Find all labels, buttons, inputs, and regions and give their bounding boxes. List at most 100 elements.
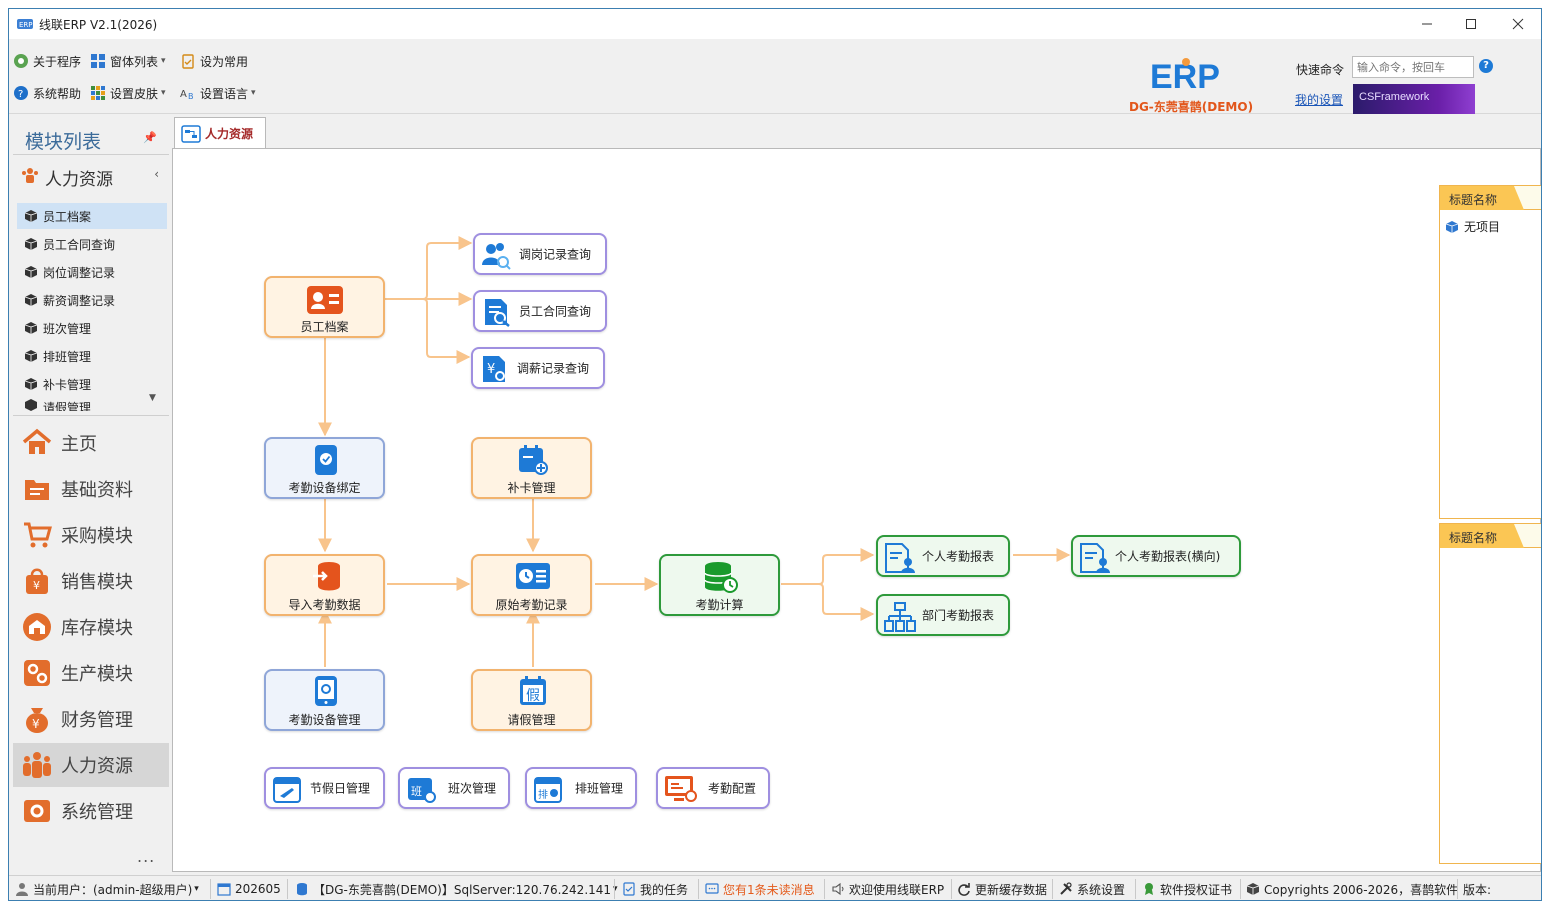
node-label: 排班管理 (575, 781, 624, 796)
set-common-button[interactable]: 设为常用 (180, 51, 248, 71)
pin-icon[interactable]: 📌 (143, 131, 157, 144)
calendar-gear-icon: 班 (408, 778, 436, 803)
list-item[interactable]: 无项目 (1446, 218, 1500, 235)
node-salary-query[interactable]: ¥ 调薪记录查询 (471, 347, 605, 389)
status-separator (1240, 879, 1241, 899)
refresh-cache-button[interactable]: 更新缓存数据 (957, 880, 1047, 898)
node-transfer-query[interactable]: 调岗记录查询 (473, 233, 607, 275)
sidebar-item-schedule-mgmt[interactable]: 排班管理 (17, 343, 167, 369)
database-info[interactable]: 【DG-东莞喜鹊(DEMO)】SqlServer:120.76.242.141 ▾ (295, 880, 618, 898)
svg-text:ERP: ERP (19, 21, 33, 29)
window-list-button[interactable]: 窗体列表 ▾ (90, 51, 166, 71)
node-device-bind[interactable]: 考勤设备绑定 (264, 437, 385, 499)
node-label: 请假管理 (507, 713, 556, 727)
cube-icon (25, 266, 37, 278)
sidebar-item-shift-mgmt[interactable]: 班次管理 (17, 315, 167, 341)
module-label: 销售模块 (61, 572, 133, 593)
sidebar-item-position-adjust[interactable]: 岗位调整记录 (17, 259, 167, 285)
maximize-button[interactable] (1451, 13, 1491, 35)
system-settings-button[interactable]: 系统设置 (1059, 880, 1125, 898)
about-button[interactable]: 关于程序 (13, 51, 81, 71)
node-dept-report[interactable]: 部门考勤报表 (876, 594, 1010, 636)
node-employee-file[interactable]: 员工档案 (264, 276, 385, 338)
module-sidebar: 模块列表 📌 人力资源 ‹ 员工档案 员工合同查询 岗位调整记录 薪资调整记录 … (13, 117, 169, 872)
module-hr[interactable]: 人力资源 (13, 743, 169, 787)
quick-command-input[interactable] (1352, 56, 1474, 78)
module-home[interactable]: 主页 (13, 421, 169, 465)
csframework-banner[interactable]: CSFramework (1353, 84, 1475, 114)
minimize-button[interactable] (1407, 13, 1447, 35)
node-personal-report-horizontal[interactable]: 个人考勤报表(横向) (1071, 535, 1241, 577)
sidebar-item-salary-adjust[interactable]: 薪资调整记录 (17, 287, 167, 313)
unread-messages[interactable]: 您有1条未读消息 (705, 880, 815, 898)
cart-icon (24, 522, 52, 548)
node-contract-query[interactable]: 员工合同查询 (473, 290, 607, 332)
sidebar-group-hr[interactable]: 人力资源 ‹ (13, 157, 169, 191)
quick-command-label: 快速命令 (1296, 63, 1345, 77)
chevron-down-icon: ▾ (251, 88, 256, 98)
node-card-fix[interactable]: 补卡管理 (471, 437, 592, 499)
panel-header: 标题名称 (1440, 524, 1541, 548)
system-help-label: 系统帮助 (33, 86, 82, 101)
node-holiday-mgmt[interactable]: 节假日管理 (264, 767, 385, 809)
svg-text:假: 假 (526, 688, 540, 704)
module-basic-data[interactable]: 基础资料 (13, 467, 169, 511)
right-panel-bottom: 标题名称 (1439, 523, 1541, 864)
user-search-icon (482, 243, 511, 270)
database-icon (297, 883, 307, 896)
node-attendance-config[interactable]: 考勤配置 (656, 767, 770, 809)
cube-icon (25, 322, 37, 334)
tab-hr[interactable]: 人力资源 (174, 117, 266, 149)
module-purchase[interactable]: 采购模块 (13, 513, 169, 557)
module-finance[interactable]: ¥ 财务管理 (13, 697, 169, 741)
quick-help-icon[interactable]: ? (1479, 59, 1493, 73)
skin-palette-icon (91, 86, 105, 100)
module-production[interactable]: 生产模块 (13, 651, 169, 695)
node-shift-mgmt[interactable]: 班 班次管理 (398, 767, 510, 809)
node-label: 部门考勤报表 (922, 608, 995, 623)
sidebar-item-card-fix[interactable]: 补卡管理 (17, 371, 167, 397)
module-system[interactable]: 系统管理 (13, 789, 169, 833)
unread-messages-label: 您有1条未读消息 (723, 882, 815, 897)
my-tasks[interactable]: 我的任务 (622, 880, 688, 898)
my-settings-link[interactable]: 我的设置 (1295, 91, 1343, 108)
database-import-icon (313, 562, 340, 591)
module-label: 生产模块 (61, 664, 133, 685)
current-user[interactable]: 当前用户：(admin-超级用户) ▾ (15, 880, 199, 898)
node-leave-mgmt[interactable]: 假 请假管理 (471, 669, 592, 731)
sidebar-item-leave-mgmt[interactable]: 请假管理 (17, 399, 167, 411)
chevron-left-icon[interactable]: ‹ (154, 167, 159, 181)
node-schedule-mgmt[interactable]: 排 排班管理 (525, 767, 637, 809)
node-raw-records[interactable]: 原始考勤记录 (471, 554, 592, 616)
module-label: 人力资源 (61, 756, 133, 777)
sidebar-item-contract-query[interactable]: 员工合同查询 (17, 231, 167, 257)
node-label: 班次管理 (448, 781, 497, 796)
version-label: 版本: (1463, 882, 1492, 897)
node-device-mgmt[interactable]: 考勤设备管理 (264, 669, 385, 731)
set-skin-button[interactable]: 设置皮肤 ▾ (90, 83, 166, 103)
calendar-add-icon (519, 445, 548, 475)
yen-document-icon: ¥ (483, 356, 505, 382)
module-inventory[interactable]: 库存模块 (13, 605, 169, 649)
award-icon (1145, 883, 1153, 895)
period[interactable]: 202605 (217, 880, 281, 898)
sidebar-item-employee-file[interactable]: 员工档案 (17, 203, 167, 229)
node-attendance-calc[interactable]: 考勤计算 (659, 554, 780, 616)
app-window: ERP 线联ERP V2.1(2026) 关于程序 窗体列表 ▾ 设为常用 ? 系… (8, 8, 1542, 901)
sidebar-title: 模块列表 (25, 131, 102, 153)
more-icon[interactable]: ... (137, 847, 155, 866)
help-icon: ? (14, 86, 28, 100)
language-icon: AB (180, 89, 194, 101)
status-separator (698, 879, 699, 899)
node-personal-report[interactable]: 个人考勤报表 (876, 535, 1010, 577)
set-language-button[interactable]: AB 设置语言 ▾ (180, 83, 256, 103)
hr-flow-canvas: 员工档案 调岗记录查询 员工合同查询 ¥ 调薪记录查询 考勤设备绑定 补卡管理 (172, 148, 1541, 872)
license-button[interactable]: 软件授权证书 (1142, 880, 1232, 898)
close-button[interactable] (1498, 13, 1538, 35)
node-import-data[interactable]: 导入考勤数据 (264, 554, 385, 616)
shopping-bag-icon: ¥ (26, 568, 48, 594)
scroll-down-icon[interactable]: ▼ (149, 393, 156, 403)
database-label: 【DG-东莞喜鹊(DEMO)】SqlServer:120.76.242.141 (313, 882, 612, 897)
module-sales[interactable]: ¥ 销售模块 (13, 559, 169, 603)
system-help-button[interactable]: ? 系统帮助 (13, 83, 81, 103)
